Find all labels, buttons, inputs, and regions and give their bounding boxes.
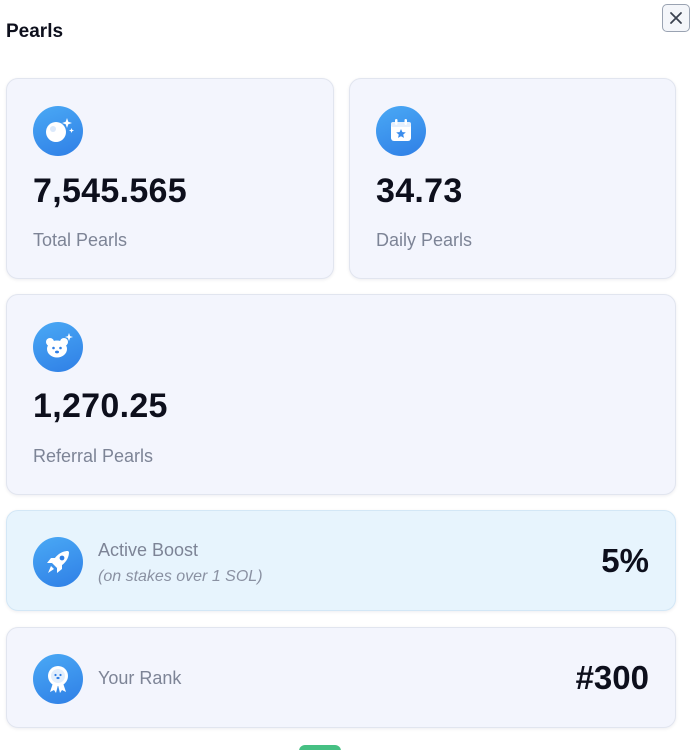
rank-label: Your Rank xyxy=(98,668,182,688)
close-button[interactable] xyxy=(662,4,690,32)
bottom-action-button[interactable] xyxy=(299,745,341,750)
daily-pearls-card: 34.73 Daily Pearls xyxy=(349,78,676,279)
calendar-star-icon xyxy=(376,106,426,156)
active-boost-note: (on stakes over 1 SOL) xyxy=(98,568,263,585)
rocket-icon xyxy=(33,537,83,587)
active-boost-card: Active Boost (on stakes over 1 SOL) 5% xyxy=(6,510,676,611)
pearls-panel: Pearls 7,545.565 Total Pearls 34.73 Dail… xyxy=(0,0,696,750)
page-title: Pearls xyxy=(6,21,64,42)
total-pearls-value: 7,545.565 xyxy=(33,172,187,210)
rank-value: #300 xyxy=(575,659,649,696)
referral-pearls-value: 1,270.25 xyxy=(33,387,168,425)
rank-card: Your Rank #300 xyxy=(6,627,676,728)
bear-face-icon xyxy=(33,322,83,372)
close-icon xyxy=(670,12,682,24)
daily-pearls-label: Daily Pearls xyxy=(376,230,473,250)
pearl-icon xyxy=(33,106,83,156)
active-boost-label: Active Boost xyxy=(98,540,199,560)
total-pearls-label: Total Pearls xyxy=(33,230,128,250)
referral-pearls-card: 1,270.25 Referral Pearls xyxy=(6,294,676,495)
referral-pearls-label: Referral Pearls xyxy=(33,446,154,466)
medal-icon xyxy=(33,654,83,704)
daily-pearls-value: 34.73 xyxy=(376,172,463,210)
total-pearls-card: 7,545.565 Total Pearls xyxy=(6,78,334,279)
active-boost-value: 5% xyxy=(601,542,649,579)
